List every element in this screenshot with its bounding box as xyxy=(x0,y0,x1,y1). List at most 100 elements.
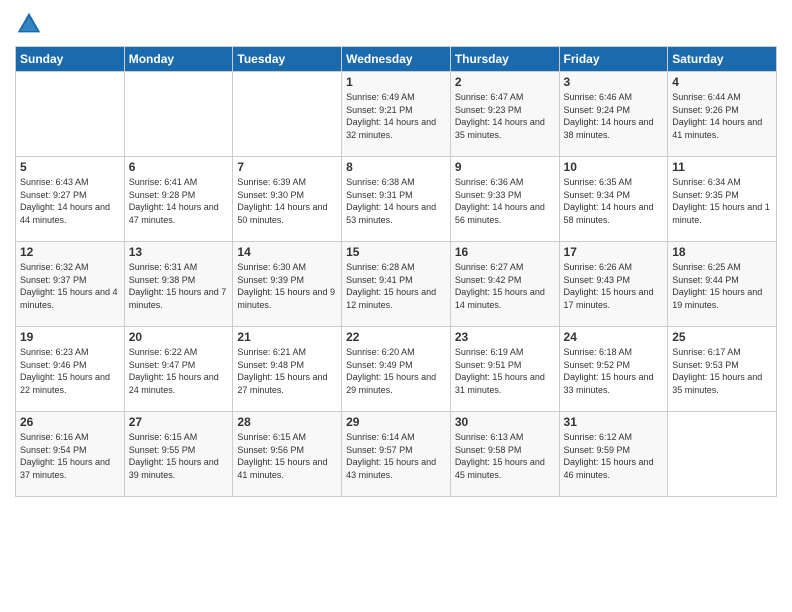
calendar-cell: 24 Sunrise: 6:18 AM Sunset: 9:52 PM Dayli… xyxy=(559,327,668,412)
day-info: Sunrise: 6:23 AM Sunset: 9:46 PM Dayligh… xyxy=(20,346,120,396)
day-number: 1 xyxy=(346,75,446,89)
day-info: Sunrise: 6:49 AM Sunset: 9:21 PM Dayligh… xyxy=(346,91,446,141)
day-info: Sunrise: 6:46 AM Sunset: 9:24 PM Dayligh… xyxy=(564,91,664,141)
day-info: Sunrise: 6:26 AM Sunset: 9:43 PM Dayligh… xyxy=(564,261,664,311)
day-number: 22 xyxy=(346,330,446,344)
day-info: Sunrise: 6:22 AM Sunset: 9:47 PM Dayligh… xyxy=(129,346,229,396)
day-number: 10 xyxy=(564,160,664,174)
day-info: Sunrise: 6:21 AM Sunset: 9:48 PM Dayligh… xyxy=(237,346,337,396)
calendar-cell: 17 Sunrise: 6:26 AM Sunset: 9:43 PM Dayli… xyxy=(559,242,668,327)
calendar-cell: 31 Sunrise: 6:12 AM Sunset: 9:59 PM Dayli… xyxy=(559,412,668,497)
day-info: Sunrise: 6:12 AM Sunset: 9:59 PM Dayligh… xyxy=(564,431,664,481)
day-info: Sunrise: 6:47 AM Sunset: 9:23 PM Dayligh… xyxy=(455,91,555,141)
day-info: Sunrise: 6:38 AM Sunset: 9:31 PM Dayligh… xyxy=(346,176,446,226)
calendar-week-row: 1 Sunrise: 6:49 AM Sunset: 9:21 PM Daylig… xyxy=(16,72,777,157)
day-info: Sunrise: 6:18 AM Sunset: 9:52 PM Dayligh… xyxy=(564,346,664,396)
logo-icon xyxy=(15,10,43,38)
day-header-row: SundayMondayTuesdayWednesdayThursdayFrid… xyxy=(16,47,777,72)
calendar-cell xyxy=(16,72,125,157)
day-number: 27 xyxy=(129,415,229,429)
day-info: Sunrise: 6:31 AM Sunset: 9:38 PM Dayligh… xyxy=(129,261,229,311)
day-number: 21 xyxy=(237,330,337,344)
calendar-cell: 18 Sunrise: 6:25 AM Sunset: 9:44 PM Dayli… xyxy=(668,242,777,327)
day-number: 30 xyxy=(455,415,555,429)
calendar-cell: 21 Sunrise: 6:21 AM Sunset: 9:48 PM Dayli… xyxy=(233,327,342,412)
calendar-cell: 30 Sunrise: 6:13 AM Sunset: 9:58 PM Dayli… xyxy=(450,412,559,497)
day-info: Sunrise: 6:25 AM Sunset: 9:44 PM Dayligh… xyxy=(672,261,772,311)
day-of-week-header: Thursday xyxy=(450,47,559,72)
day-number: 18 xyxy=(672,245,772,259)
calendar-cell: 13Sunrise: 6:31 AM Sunset: 9:38 PM Dayli… xyxy=(124,242,233,327)
calendar-cell: 3 Sunrise: 6:46 AM Sunset: 9:24 PM Daylig… xyxy=(559,72,668,157)
day-info: Sunrise: 6:16 AM Sunset: 9:54 PM Dayligh… xyxy=(20,431,120,481)
calendar-cell: 23Sunrise: 6:19 AM Sunset: 9:51 PM Dayli… xyxy=(450,327,559,412)
day-info: Sunrise: 6:44 AM Sunset: 9:26 PM Dayligh… xyxy=(672,91,772,141)
calendar-week-row: 19Sunrise: 6:23 AM Sunset: 9:46 PM Dayli… xyxy=(16,327,777,412)
calendar-cell xyxy=(668,412,777,497)
day-info: Sunrise: 6:20 AM Sunset: 9:49 PM Dayligh… xyxy=(346,346,446,396)
calendar-cell: 19Sunrise: 6:23 AM Sunset: 9:46 PM Dayli… xyxy=(16,327,125,412)
day-number: 31 xyxy=(564,415,664,429)
day-info: Sunrise: 6:19 AM Sunset: 9:51 PM Dayligh… xyxy=(455,346,555,396)
calendar-cell: 11 Sunrise: 6:34 AM Sunset: 9:35 PM Dayli… xyxy=(668,157,777,242)
day-info: Sunrise: 6:27 AM Sunset: 9:42 PM Dayligh… xyxy=(455,261,555,311)
day-number: 17 xyxy=(564,245,664,259)
day-number: 3 xyxy=(564,75,664,89)
day-number: 6 xyxy=(129,160,229,174)
calendar-cell: 6 Sunrise: 6:41 AM Sunset: 9:28 PM Daylig… xyxy=(124,157,233,242)
day-info: Sunrise: 6:36 AM Sunset: 9:33 PM Dayligh… xyxy=(455,176,555,226)
day-of-week-header: Friday xyxy=(559,47,668,72)
page: SundayMondayTuesdayWednesdayThursdayFrid… xyxy=(0,0,792,612)
calendar-week-row: 26 Sunrise: 6:16 AM Sunset: 9:54 PM Dayli… xyxy=(16,412,777,497)
day-number: 29 xyxy=(346,415,446,429)
day-info: Sunrise: 6:34 AM Sunset: 9:35 PM Dayligh… xyxy=(672,176,772,226)
day-number: 8 xyxy=(346,160,446,174)
calendar-cell: 25 Sunrise: 6:17 AM Sunset: 9:53 PM Dayli… xyxy=(668,327,777,412)
day-info: Sunrise: 6:17 AM Sunset: 9:53 PM Dayligh… xyxy=(672,346,772,396)
calendar-cell: 5 Sunrise: 6:43 AM Sunset: 9:27 PM Daylig… xyxy=(16,157,125,242)
calendar-cell: 29 Sunrise: 6:14 AM Sunset: 9:57 PM Dayli… xyxy=(342,412,451,497)
day-info: Sunrise: 6:13 AM Sunset: 9:58 PM Dayligh… xyxy=(455,431,555,481)
calendar-cell: 4 Sunrise: 6:44 AM Sunset: 9:26 PM Daylig… xyxy=(668,72,777,157)
calendar-cell xyxy=(233,72,342,157)
day-number: 25 xyxy=(672,330,772,344)
day-of-week-header: Wednesday xyxy=(342,47,451,72)
day-info: Sunrise: 6:43 AM Sunset: 9:27 PM Dayligh… xyxy=(20,176,120,226)
day-number: 11 xyxy=(672,160,772,174)
day-of-week-header: Monday xyxy=(124,47,233,72)
day-info: Sunrise: 6:28 AM Sunset: 9:41 PM Dayligh… xyxy=(346,261,446,311)
calendar-cell: 12 Sunrise: 6:32 AM Sunset: 9:37 PM Dayli… xyxy=(16,242,125,327)
day-number: 9 xyxy=(455,160,555,174)
calendar: SundayMondayTuesdayWednesdayThursdayFrid… xyxy=(15,46,777,497)
calendar-cell: 7 Sunrise: 6:39 AM Sunset: 9:30 PM Daylig… xyxy=(233,157,342,242)
calendar-cell: 14Sunrise: 6:30 AM Sunset: 9:39 PM Dayli… xyxy=(233,242,342,327)
day-number: 2 xyxy=(455,75,555,89)
day-number: 16 xyxy=(455,245,555,259)
logo xyxy=(15,10,47,38)
calendar-cell: 9 Sunrise: 6:36 AM Sunset: 9:33 PM Daylig… xyxy=(450,157,559,242)
day-info: Sunrise: 6:32 AM Sunset: 9:37 PM Dayligh… xyxy=(20,261,120,311)
day-info: Sunrise: 6:41 AM Sunset: 9:28 PM Dayligh… xyxy=(129,176,229,226)
calendar-cell: 8 Sunrise: 6:38 AM Sunset: 9:31 PM Daylig… xyxy=(342,157,451,242)
day-number: 12 xyxy=(20,245,120,259)
day-number: 26 xyxy=(20,415,120,429)
calendar-cell: 28Sunrise: 6:15 AM Sunset: 9:56 PM Dayli… xyxy=(233,412,342,497)
calendar-cell: 26 Sunrise: 6:16 AM Sunset: 9:54 PM Dayli… xyxy=(16,412,125,497)
day-number: 14 xyxy=(237,245,337,259)
day-info: Sunrise: 6:15 AM Sunset: 9:56 PM Dayligh… xyxy=(237,431,337,481)
calendar-cell: 20 Sunrise: 6:22 AM Sunset: 9:47 PM Dayli… xyxy=(124,327,233,412)
calendar-cell xyxy=(124,72,233,157)
calendar-cell: 27 Sunrise: 6:15 AM Sunset: 9:55 PM Dayli… xyxy=(124,412,233,497)
day-number: 4 xyxy=(672,75,772,89)
day-number: 5 xyxy=(20,160,120,174)
day-info: Sunrise: 6:15 AM Sunset: 9:55 PM Dayligh… xyxy=(129,431,229,481)
day-number: 7 xyxy=(237,160,337,174)
calendar-cell: 2 Sunrise: 6:47 AM Sunset: 9:23 PM Daylig… xyxy=(450,72,559,157)
day-number: 24 xyxy=(564,330,664,344)
day-of-week-header: Sunday xyxy=(16,47,125,72)
day-info: Sunrise: 6:39 AM Sunset: 9:30 PM Dayligh… xyxy=(237,176,337,226)
day-of-week-header: Saturday xyxy=(668,47,777,72)
day-number: 15 xyxy=(346,245,446,259)
day-number: 20 xyxy=(129,330,229,344)
day-info: Sunrise: 6:14 AM Sunset: 9:57 PM Dayligh… xyxy=(346,431,446,481)
